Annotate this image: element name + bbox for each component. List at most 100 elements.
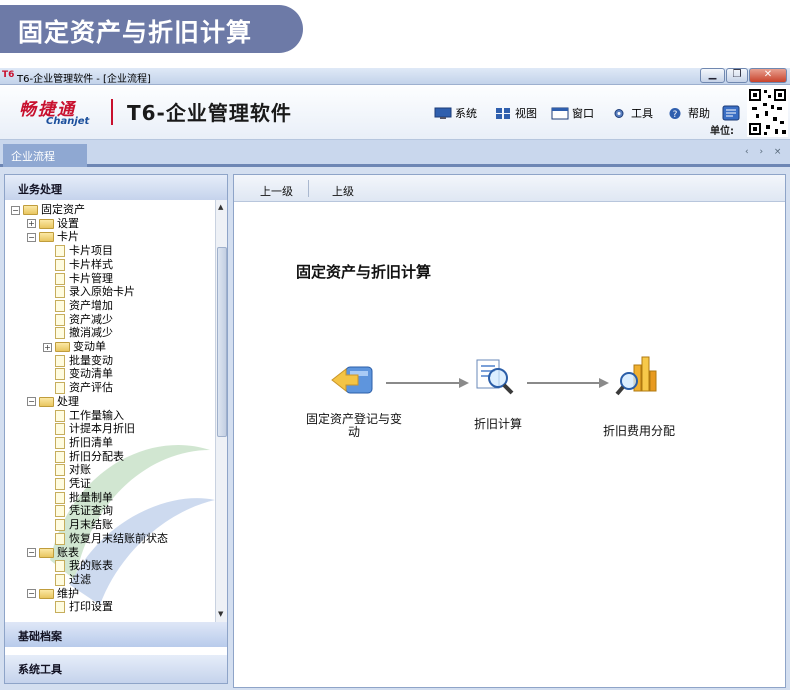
restore-button[interactable]: ❐ (726, 68, 748, 83)
title-bar: T6 T6-企业管理软件 - [企业流程] ▁ ❐ ✕ (0, 68, 790, 85)
tree-label: 卡片管理 (69, 271, 113, 285)
app-header: 畅捷通 Chanjet T6-企业管理软件 系统 视图 窗口 工具 ? 帮助 单… (0, 85, 790, 140)
menu-window-label: 窗口 (572, 107, 594, 120)
section-business[interactable]: 业务处理 (5, 175, 227, 200)
menu-tools-label: 工具 (631, 107, 653, 120)
tree-label: 处理 (57, 394, 79, 408)
tree-item[interactable]: 资产评估 (43, 381, 113, 395)
tab-nav-controls[interactable]: ‹ › × (745, 147, 785, 157)
tree-label: 工作量输入 (69, 408, 124, 422)
tree-item[interactable]: 批量变动 (43, 354, 113, 368)
tree-label: 过滤 (69, 572, 91, 586)
document-icon (55, 368, 65, 381)
expand-icon[interactable]: + (27, 219, 36, 229)
message-icon[interactable] (722, 105, 740, 121)
chart-magnifier-icon[interactable] (615, 356, 657, 396)
tree-item[interactable]: 折旧清单 (43, 436, 113, 450)
tree-item[interactable]: 凭证查询 (43, 504, 113, 518)
brand-divider (111, 99, 113, 125)
tree-item[interactable]: 资产减少 (43, 313, 113, 327)
tree-item[interactable]: 折旧分配表 (43, 450, 124, 464)
scroll-down-icon[interactable]: ▼ (218, 610, 223, 618)
expand-icon[interactable]: + (43, 342, 52, 352)
tree-item[interactable]: 录入原始卡片 (43, 285, 135, 299)
scroll-thumb[interactable] (217, 247, 227, 437)
tree-folder[interactable]: − 账表 (27, 546, 79, 560)
tree-folder[interactable]: − 固定资产 (11, 203, 85, 217)
menu-system[interactable]: 系统 (434, 105, 477, 121)
menu-window[interactable]: 窗口 (551, 105, 594, 121)
menu-tools[interactable]: 工具 (610, 105, 653, 121)
tree-item[interactable]: 计提本月折旧 (43, 422, 135, 436)
folder-icon (23, 205, 38, 215)
collapse-icon[interactable]: − (27, 397, 36, 407)
tree-label: 变动清单 (69, 367, 113, 381)
tree-label: 月末结账 (69, 518, 113, 532)
tree-item[interactable]: 过滤 (43, 573, 91, 587)
flow-arrow (386, 378, 469, 388)
tree-label: 维护 (57, 586, 79, 600)
step-depreciation-calc[interactable]: 折旧计算 (470, 418, 526, 431)
tree-item[interactable]: 恢复月末结账前状态 (43, 532, 168, 546)
tree-folder[interactable]: + 变动单 (43, 340, 106, 354)
tree-folder[interactable]: − 处理 (27, 395, 79, 409)
minimize-button[interactable]: ▁ (700, 68, 725, 83)
tree-label: 折旧清单 (69, 435, 113, 449)
tree-item[interactable]: 资产增加 (43, 299, 113, 313)
tree-label: 卡片项目 (69, 244, 113, 258)
folder-icon (39, 218, 54, 229)
tree-item[interactable]: 卡片管理 (43, 272, 113, 286)
document-icon (55, 560, 65, 573)
document-icon (55, 286, 65, 299)
tree-scrollbar[interactable]: ▲ ▼ (215, 200, 227, 622)
document-icon (55, 519, 65, 532)
tree-item[interactable]: 批量制单 (43, 491, 113, 505)
menu-view[interactable]: 视图 (494, 105, 537, 121)
tree-label: 凭证查询 (69, 504, 113, 518)
flow-arrow (527, 378, 609, 388)
folder-icon (55, 342, 70, 352)
document-icon (55, 450, 65, 463)
collapse-icon[interactable]: − (11, 205, 20, 215)
tree-item[interactable]: 工作量输入 (43, 409, 124, 423)
window-title: T6-企业管理软件 - [企业流程] (17, 74, 151, 85)
step-depreciation-allocation[interactable]: 折旧费用分配 (597, 425, 681, 438)
section-system-tools[interactable]: 系统工具 (5, 655, 227, 683)
menu-help[interactable]: ? 帮助 (667, 105, 710, 121)
tree-label: 固定资产 (41, 203, 85, 216)
tree-item[interactable]: 对账 (43, 463, 91, 477)
tree-folder[interactable]: + 设置 (27, 217, 79, 231)
document-icon (55, 299, 65, 312)
step-asset-register[interactable]: 固定资产登记与变动 (302, 413, 406, 439)
tree-item[interactable]: 凭证 (43, 477, 91, 491)
collapse-icon[interactable]: − (27, 232, 36, 242)
gear-icon (614, 108, 624, 118)
tree-folder[interactable]: − 卡片 (27, 230, 79, 244)
tree-folder[interactable]: − 维护 (27, 587, 79, 601)
tree-item[interactable]: 我的账表 (43, 559, 113, 573)
collapse-icon[interactable]: − (27, 589, 36, 599)
unit-label: 单位: (710, 126, 734, 137)
register-arrow-icon[interactable] (331, 366, 373, 394)
tree-item[interactable]: 卡片项目 (43, 244, 113, 258)
tree-item[interactable]: 打印设置 (43, 600, 113, 614)
document-icon (55, 532, 65, 545)
collapse-icon[interactable]: − (27, 548, 36, 557)
tree-item[interactable]: 卡片样式 (43, 258, 113, 272)
close-button[interactable]: ✕ (749, 68, 787, 83)
tree-label: 打印设置 (69, 600, 113, 614)
document-icon (55, 245, 65, 258)
tree-item[interactable]: 撤消减少 (43, 326, 113, 340)
tab-enterprise-flow[interactable]: 企业流程 (3, 144, 87, 167)
folder-icon (39, 396, 54, 407)
calculate-magnifier-icon[interactable] (476, 359, 514, 395)
tree-item[interactable]: 变动清单 (43, 367, 113, 381)
section-base-archive[interactable]: 基础档案 (5, 622, 227, 647)
tree-item[interactable]: 月末结账 (43, 518, 113, 532)
menu-help-label: 帮助 (688, 107, 710, 120)
scroll-up-icon[interactable]: ▲ (218, 203, 223, 211)
grid-icon (496, 107, 510, 119)
document-icon (55, 436, 65, 449)
tree-label: 资产增加 (69, 298, 113, 312)
tree-label: 凭证 (69, 477, 91, 490)
